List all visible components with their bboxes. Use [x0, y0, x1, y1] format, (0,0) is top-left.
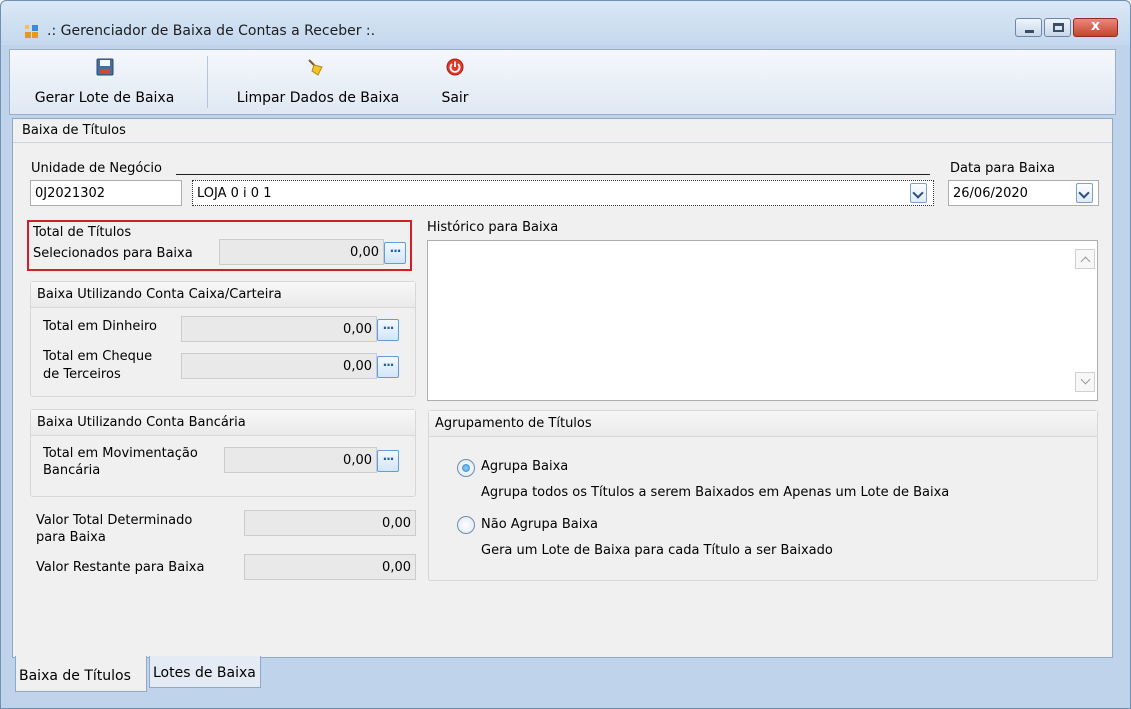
unidade-label: Unidade de Negócio — [31, 161, 162, 176]
tab-baixa-titulos[interactable]: Baixa de Títulos — [15, 656, 147, 692]
agrupamento-group-title: Agrupamento de Títulos — [429, 411, 1097, 437]
nao-agrupa-description: Gera um Lote de Baixa para cada Título a… — [481, 543, 833, 558]
bancaria-group: Baixa Utilizando Conta Bancária Total em… — [30, 409, 416, 497]
mov-ellipsis-button[interactable]: ··· — [377, 450, 399, 472]
total-titulos-label-1: Total de Títulos — [33, 225, 132, 240]
unidade-code-field[interactable]: 0J2021302 — [30, 180, 182, 206]
valor-total-field: 0,00 — [244, 510, 416, 536]
historico-label: Histórico para Baixa — [427, 220, 559, 235]
cheque-label-1: Total em Cheque — [43, 349, 153, 364]
broom-icon — [308, 59, 323, 76]
close-icon: x — [1090, 18, 1101, 34]
unidade-dropdown-icon[interactable] — [910, 183, 927, 203]
historico-scrollbar[interactable] — [1075, 247, 1095, 394]
valor-total-label-2: para Baixa — [36, 530, 106, 545]
caixa-group-title: Baixa Utilizando Conta Caixa/Carteira — [31, 282, 415, 308]
limpar-dados-label: Limpar Dados de Baixa — [236, 90, 400, 106]
nao-agrupa-label[interactable]: Não Agrupa Baixa — [481, 517, 598, 532]
cheque-label-2: de Terceiros — [43, 367, 121, 382]
agrupa-label[interactable]: Agrupa Baixa — [481, 459, 568, 474]
window-title: .: Gerenciador de Baixa de Contas a Rece… — [47, 23, 376, 39]
dinheiro-field: 0,00 — [181, 316, 377, 342]
close-button[interactable]: x — [1073, 18, 1118, 37]
gerar-lote-button[interactable]: Gerar Lote de Baixa — [22, 54, 187, 112]
tab-panel-baixa: Baixa de Títulos Unidade de Negócio 0J20… — [12, 118, 1113, 658]
dinheiro-ellipsis-button[interactable]: ··· — [377, 319, 399, 341]
agrupa-radio[interactable] — [457, 459, 475, 477]
caixa-group: Baixa Utilizando Conta Caixa/Carteira To… — [30, 281, 416, 397]
agrupamento-group: Agrupamento de Títulos Agrupa Baixa Agru… — [428, 410, 1098, 581]
main-window: .: Gerenciador de Baixa de Contas a Rece… — [0, 0, 1131, 709]
bancaria-group-title: Baixa Utilizando Conta Bancária — [31, 410, 415, 436]
maximize-icon — [1053, 23, 1064, 32]
toolbar: Gerar Lote de Baixa Limpar Dados de Baix… — [9, 49, 1116, 115]
sair-button[interactable]: Sair — [433, 54, 477, 112]
historico-textarea[interactable] — [427, 240, 1098, 401]
minimize-icon — [1025, 30, 1034, 33]
data-value: 26/06/2020 — [953, 186, 1028, 201]
cheque-ellipsis-button[interactable]: ··· — [377, 356, 399, 378]
total-titulos-ellipsis-button[interactable]: ··· — [384, 242, 406, 264]
mov-label-1: Total em Movimentação — [43, 446, 198, 461]
valor-total-label-1: Valor Total Determinado — [36, 513, 193, 528]
minimize-button[interactable] — [1015, 18, 1042, 37]
unidade-line — [176, 174, 930, 175]
total-titulos-field: 0,00 — [219, 239, 384, 265]
unidade-select[interactable]: LOJA 0 i 0 1 — [192, 180, 934, 206]
maximize-button[interactable] — [1044, 18, 1071, 37]
group-title: Baixa de Títulos — [13, 119, 1112, 143]
valor-restante-field: 0,00 — [244, 554, 416, 580]
dinheiro-label: Total em Dinheiro — [43, 319, 158, 334]
total-titulos-label-2: Selecionados para Baixa — [33, 246, 193, 261]
tab-lotes-baixa[interactable]: Lotes de Baixa — [149, 656, 261, 688]
gerar-lote-label: Gerar Lote de Baixa — [34, 90, 175, 106]
scroll-down-icon[interactable] — [1075, 372, 1095, 392]
valor-restante-label: Valor Restante para Baixa — [36, 560, 205, 575]
nao-agrupa-radio[interactable] — [457, 516, 475, 534]
app-icon — [25, 25, 41, 39]
unidade-name: LOJA 0 i 0 1 — [197, 186, 272, 201]
title-bar[interactable]: .: Gerenciador de Baixa de Contas a Rece… — [1, 1, 1130, 45]
save-icon — [96, 58, 114, 76]
agrupa-description: Agrupa todos os Títulos a serem Baixados… — [481, 485, 950, 500]
power-icon — [446, 58, 464, 76]
scroll-up-icon[interactable] — [1075, 249, 1095, 269]
data-dropdown-icon[interactable] — [1076, 183, 1093, 203]
mov-field: 0,00 — [224, 447, 377, 473]
cheque-field: 0,00 — [181, 353, 377, 379]
data-label: Data para Baixa — [950, 161, 1055, 176]
mov-label-2: Bancária — [43, 463, 101, 478]
sair-label: Sair — [441, 90, 469, 106]
toolbar-separator — [207, 56, 208, 108]
limpar-dados-button[interactable]: Limpar Dados de Baixa — [222, 54, 414, 112]
